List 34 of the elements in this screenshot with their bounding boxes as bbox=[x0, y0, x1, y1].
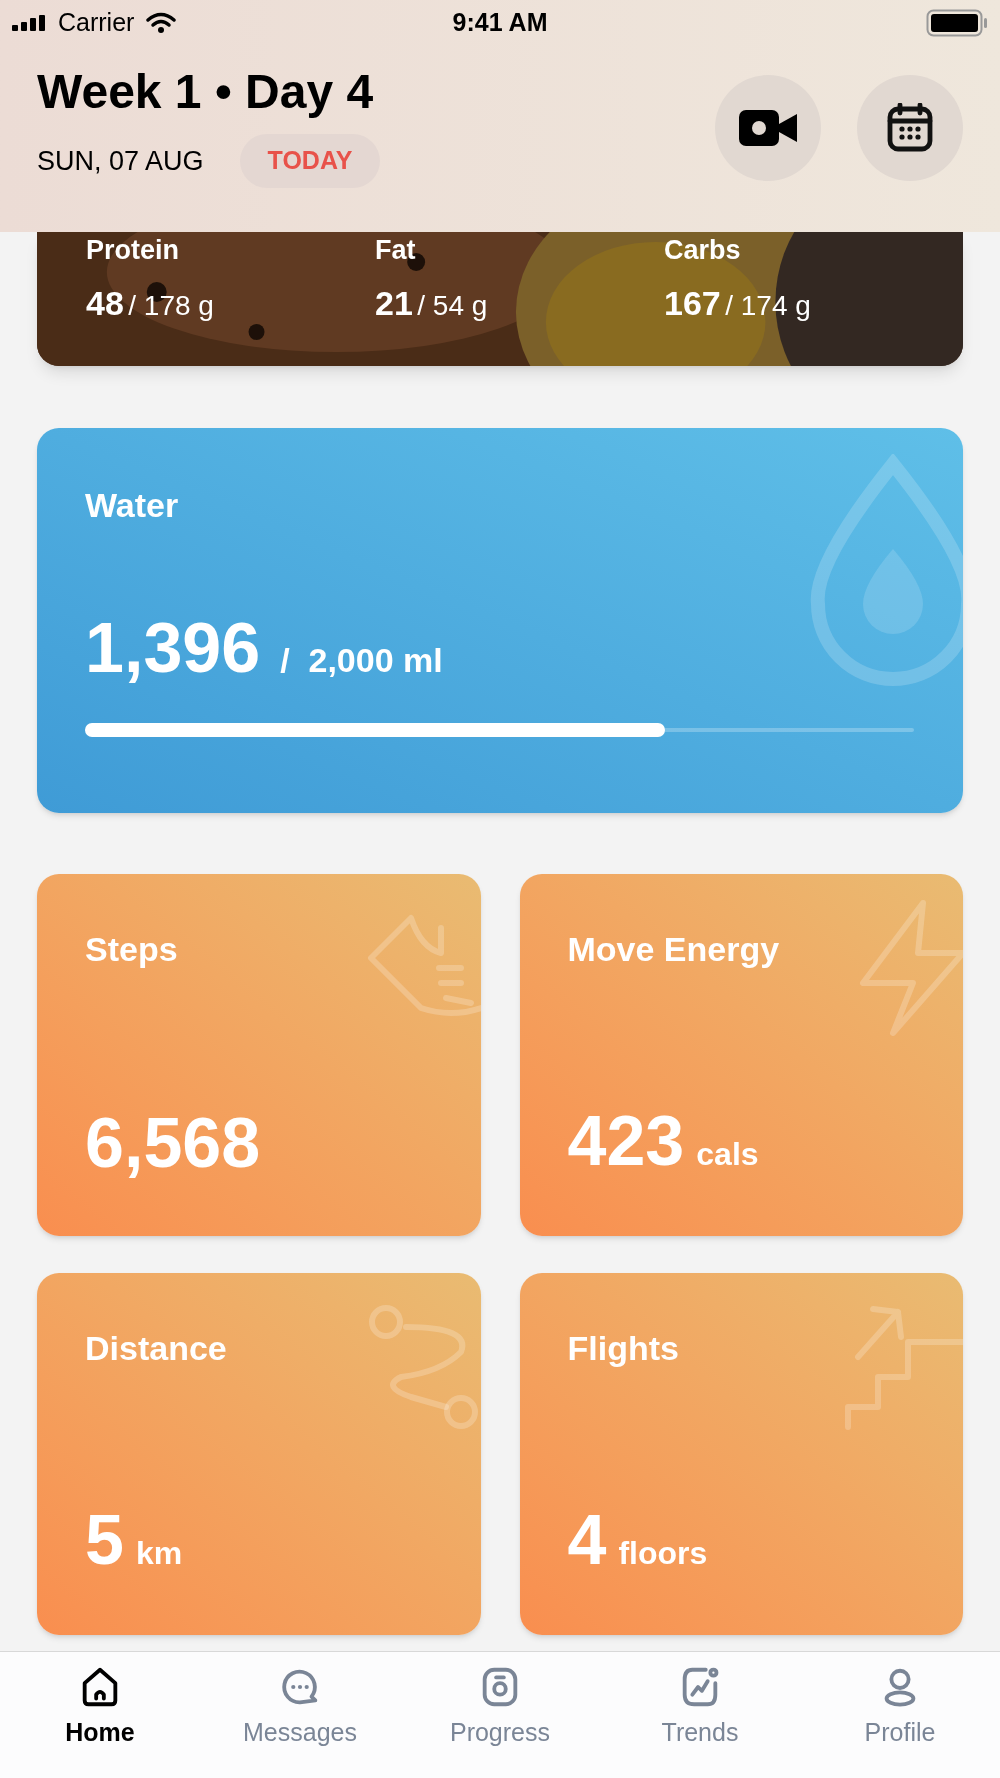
tab-bar-item[interactable]: Profile bbox=[815, 1664, 985, 1752]
card-value: 6,568 bbox=[85, 1108, 261, 1178]
card-value: 5 bbox=[85, 1505, 124, 1575]
page-title: Week 1 • Day 4 bbox=[37, 68, 375, 116]
card-value: 423 bbox=[567, 1106, 685, 1176]
macro-value: 48/ 178 g bbox=[86, 282, 215, 324]
macro-label: Carbs bbox=[664, 234, 742, 267]
clock-time: 9:41 AM bbox=[452, 7, 548, 39]
water-amount: 1,396 bbox=[85, 613, 261, 683]
water-label: Water bbox=[85, 485, 180, 526]
card-title: Move Energy bbox=[567, 929, 781, 970]
carrier-name: Carrier bbox=[58, 7, 135, 39]
tab-bar-item[interactable]: Progress bbox=[415, 1664, 585, 1752]
video-camera-icon bbox=[739, 109, 797, 146]
tab-bar-item[interactable]: Trends bbox=[615, 1664, 785, 1752]
tab-bar-item[interactable]: Messages bbox=[215, 1664, 385, 1752]
battery-icon bbox=[926, 9, 988, 37]
water-goal: / 2,000 ml bbox=[280, 640, 443, 681]
card-unit: floors bbox=[618, 1534, 708, 1573]
card-value: 4 bbox=[567, 1505, 607, 1575]
card-title: Steps bbox=[85, 929, 179, 970]
macro-value: 167/ 174 g bbox=[664, 282, 812, 324]
today-badge: TODAY bbox=[239, 134, 381, 188]
card-unit: cals bbox=[696, 1135, 759, 1174]
date-label: SUN, 07 AUG bbox=[37, 144, 204, 178]
wifi-icon bbox=[146, 12, 177, 34]
card-title: Distance bbox=[85, 1328, 228, 1369]
calendar-icon bbox=[886, 102, 934, 153]
tab-bar-item[interactable]: Home bbox=[15, 1664, 185, 1752]
card-unit: km bbox=[135, 1534, 183, 1573]
card-title: Flights bbox=[567, 1328, 680, 1369]
macro-value: 21/ 54 g bbox=[375, 282, 489, 324]
macro-label: Protein bbox=[86, 234, 180, 267]
macro-label: Fat bbox=[375, 234, 417, 267]
